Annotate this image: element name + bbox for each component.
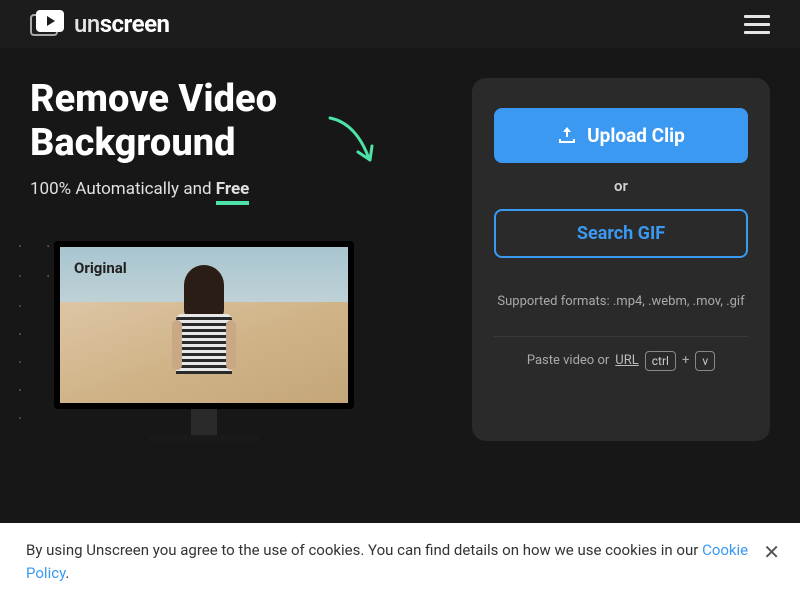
url-link[interactable]: URL — [615, 353, 638, 368]
close-icon[interactable]: ✕ — [763, 537, 780, 567]
decorative-dots: ····· — [18, 293, 22, 433]
arrow-icon — [320, 108, 390, 178]
page-subline: 100% Automatically and Free — [30, 179, 452, 199]
kbd-ctrl: ctrl — [645, 351, 676, 371]
header: unscreen — [0, 0, 800, 48]
brand-name: unscreen — [74, 10, 170, 38]
paste-hint: Paste video or URL ctrl + v — [494, 336, 748, 371]
menu-icon[interactable] — [744, 15, 770, 34]
kbd-v: v — [695, 351, 715, 371]
cookie-text: By using Unscreen you agree to the use o… — [26, 541, 702, 559]
upload-panel: Upload Clip or Search GIF Supported form… — [472, 78, 770, 441]
unscreen-logo-icon — [30, 10, 66, 38]
upload-clip-button[interactable]: Upload Clip — [494, 108, 748, 163]
preview-label: Original — [74, 259, 127, 277]
search-gif-button[interactable]: Search GIF — [494, 209, 748, 258]
cookie-banner: By using Unscreen you agree to the use o… — [0, 523, 800, 600]
brand-logo[interactable]: unscreen — [30, 10, 170, 38]
preview-monitor: Original — [54, 241, 354, 441]
supported-formats: Supported formats: .mp4, .webm, .mov, .g… — [494, 292, 748, 312]
upload-button-label: Upload Clip — [587, 124, 685, 147]
upload-icon — [557, 127, 577, 145]
or-divider: or — [494, 177, 748, 195]
